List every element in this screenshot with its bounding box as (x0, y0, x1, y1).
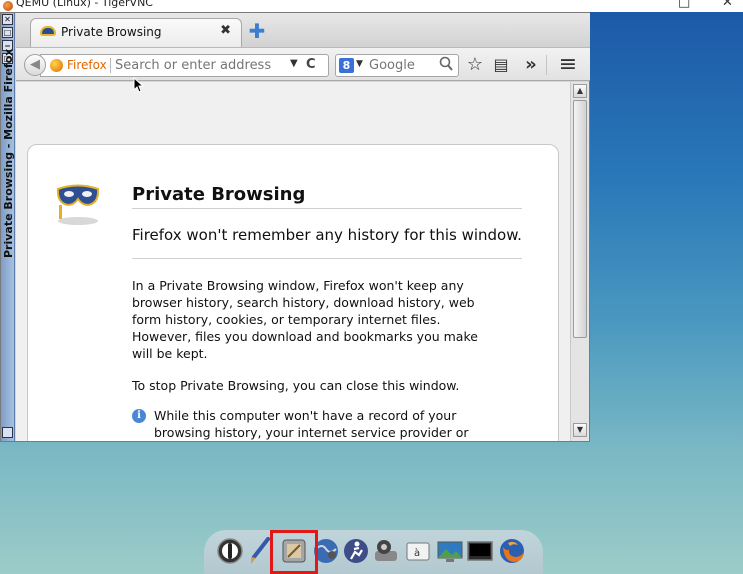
window-titlebar[interactable]: ✕ □ ‒ □ Private Browsing - Mozilla Firef… (1, 13, 15, 441)
toolbar-separator (546, 55, 547, 75)
wm-close-button[interactable]: ✕ (2, 14, 13, 25)
url-bar[interactable]: Firefox ▼ C (40, 54, 329, 77)
dock: à (204, 530, 543, 574)
bookmark-star-icon[interactable]: ☆ (464, 54, 486, 76)
firefox-icon[interactable] (498, 537, 526, 565)
host-minimize-button[interactable]: □ (678, 0, 690, 10)
description-paragraph: In a Private Browsing window, Firefox wo… (132, 278, 478, 361)
private-browsing-card: Private Browsing Firefox won't remember … (27, 144, 559, 441)
tab-close-button[interactable]: ✖ (220, 23, 231, 38)
tab-label: Private Browsing (61, 25, 162, 39)
url-separator (110, 58, 111, 73)
history-dropdown-icon[interactable]: ▼ (290, 58, 298, 69)
scroll-up-button[interactable]: ▲ (573, 84, 587, 98)
divider (132, 258, 522, 259)
info-icon: i (132, 409, 146, 423)
search-bar[interactable]: 8 ▼ (335, 54, 459, 77)
firefox-identity-icon (50, 59, 63, 72)
reading-list-icon[interactable]: ▤ (490, 54, 512, 76)
private-mask-icon (40, 26, 56, 36)
vertical-scrollbar[interactable]: ▲ ▼ (570, 82, 589, 441)
info-paragraph: While this computer won't have a record … (154, 408, 469, 440)
running-man-icon[interactable] (342, 537, 370, 565)
firefox-window: ✕ □ ‒ □ Private Browsing - Mozilla Firef… (0, 12, 590, 442)
host-title: QEMU (Linux) - TigerVNC (16, 0, 153, 9)
tab-private-browsing[interactable]: Private Browsing ✖ (30, 18, 242, 48)
url-input[interactable] (115, 56, 275, 75)
page-subtitle: Firefox won't remember any history for t… (132, 226, 522, 244)
identity-label[interactable]: Firefox (67, 58, 107, 72)
new-tab-button[interactable]: ✚ (248, 21, 266, 41)
search-icon[interactable] (439, 56, 453, 76)
overflow-chevron-icon[interactable]: » (520, 54, 542, 76)
selected-icon-highlight (270, 530, 318, 574)
terminal-icon[interactable] (466, 537, 494, 565)
scrollbar-thumb[interactable] (573, 100, 587, 338)
page-content: Private Browsing Firefox won't remember … (16, 82, 570, 441)
wm-menu-button[interactable] (2, 427, 13, 438)
webcam-icon[interactable] (372, 537, 400, 565)
mouse-cursor-icon (133, 77, 145, 93)
host-titlebar: QEMU (Linux) - TigerVNC □ ✕ (0, 0, 743, 12)
navigation-bar: Firefox ▼ C ◀ 8 ▼ ☆ ▤ » ≡ (16, 47, 590, 81)
engine-dropdown-icon[interactable]: ▼ (356, 59, 363, 69)
tigervnc-icon (3, 1, 13, 11)
text-editor-icon[interactable]: à (404, 537, 432, 565)
power-icon[interactable] (216, 537, 244, 565)
back-button[interactable]: ◀ (24, 54, 46, 76)
monitor-icon[interactable] (436, 537, 464, 565)
wm-maximize-button[interactable]: □ (2, 27, 13, 38)
page-title: Private Browsing (132, 184, 522, 209)
host-close-button[interactable]: ✕ (722, 0, 733, 10)
stop-paragraph: To stop Private Browsing, you can close … (132, 378, 460, 393)
svg-text:à: à (414, 547, 420, 559)
search-input[interactable] (369, 56, 431, 75)
scroll-down-button[interactable]: ▼ (573, 423, 587, 437)
tab-bar: Private Browsing ✖ ✚ (16, 13, 590, 48)
desktop: ✕ □ ‒ □ Private Browsing - Mozilla Firef… (0, 12, 743, 574)
menu-hamburger-icon[interactable]: ≡ (557, 54, 579, 76)
window-title: Private Browsing - Mozilla Firefox (2, 48, 15, 258)
reload-icon[interactable]: C (306, 57, 316, 72)
private-mask-icon (56, 184, 100, 225)
google-engine-icon[interactable]: 8 (339, 58, 354, 73)
